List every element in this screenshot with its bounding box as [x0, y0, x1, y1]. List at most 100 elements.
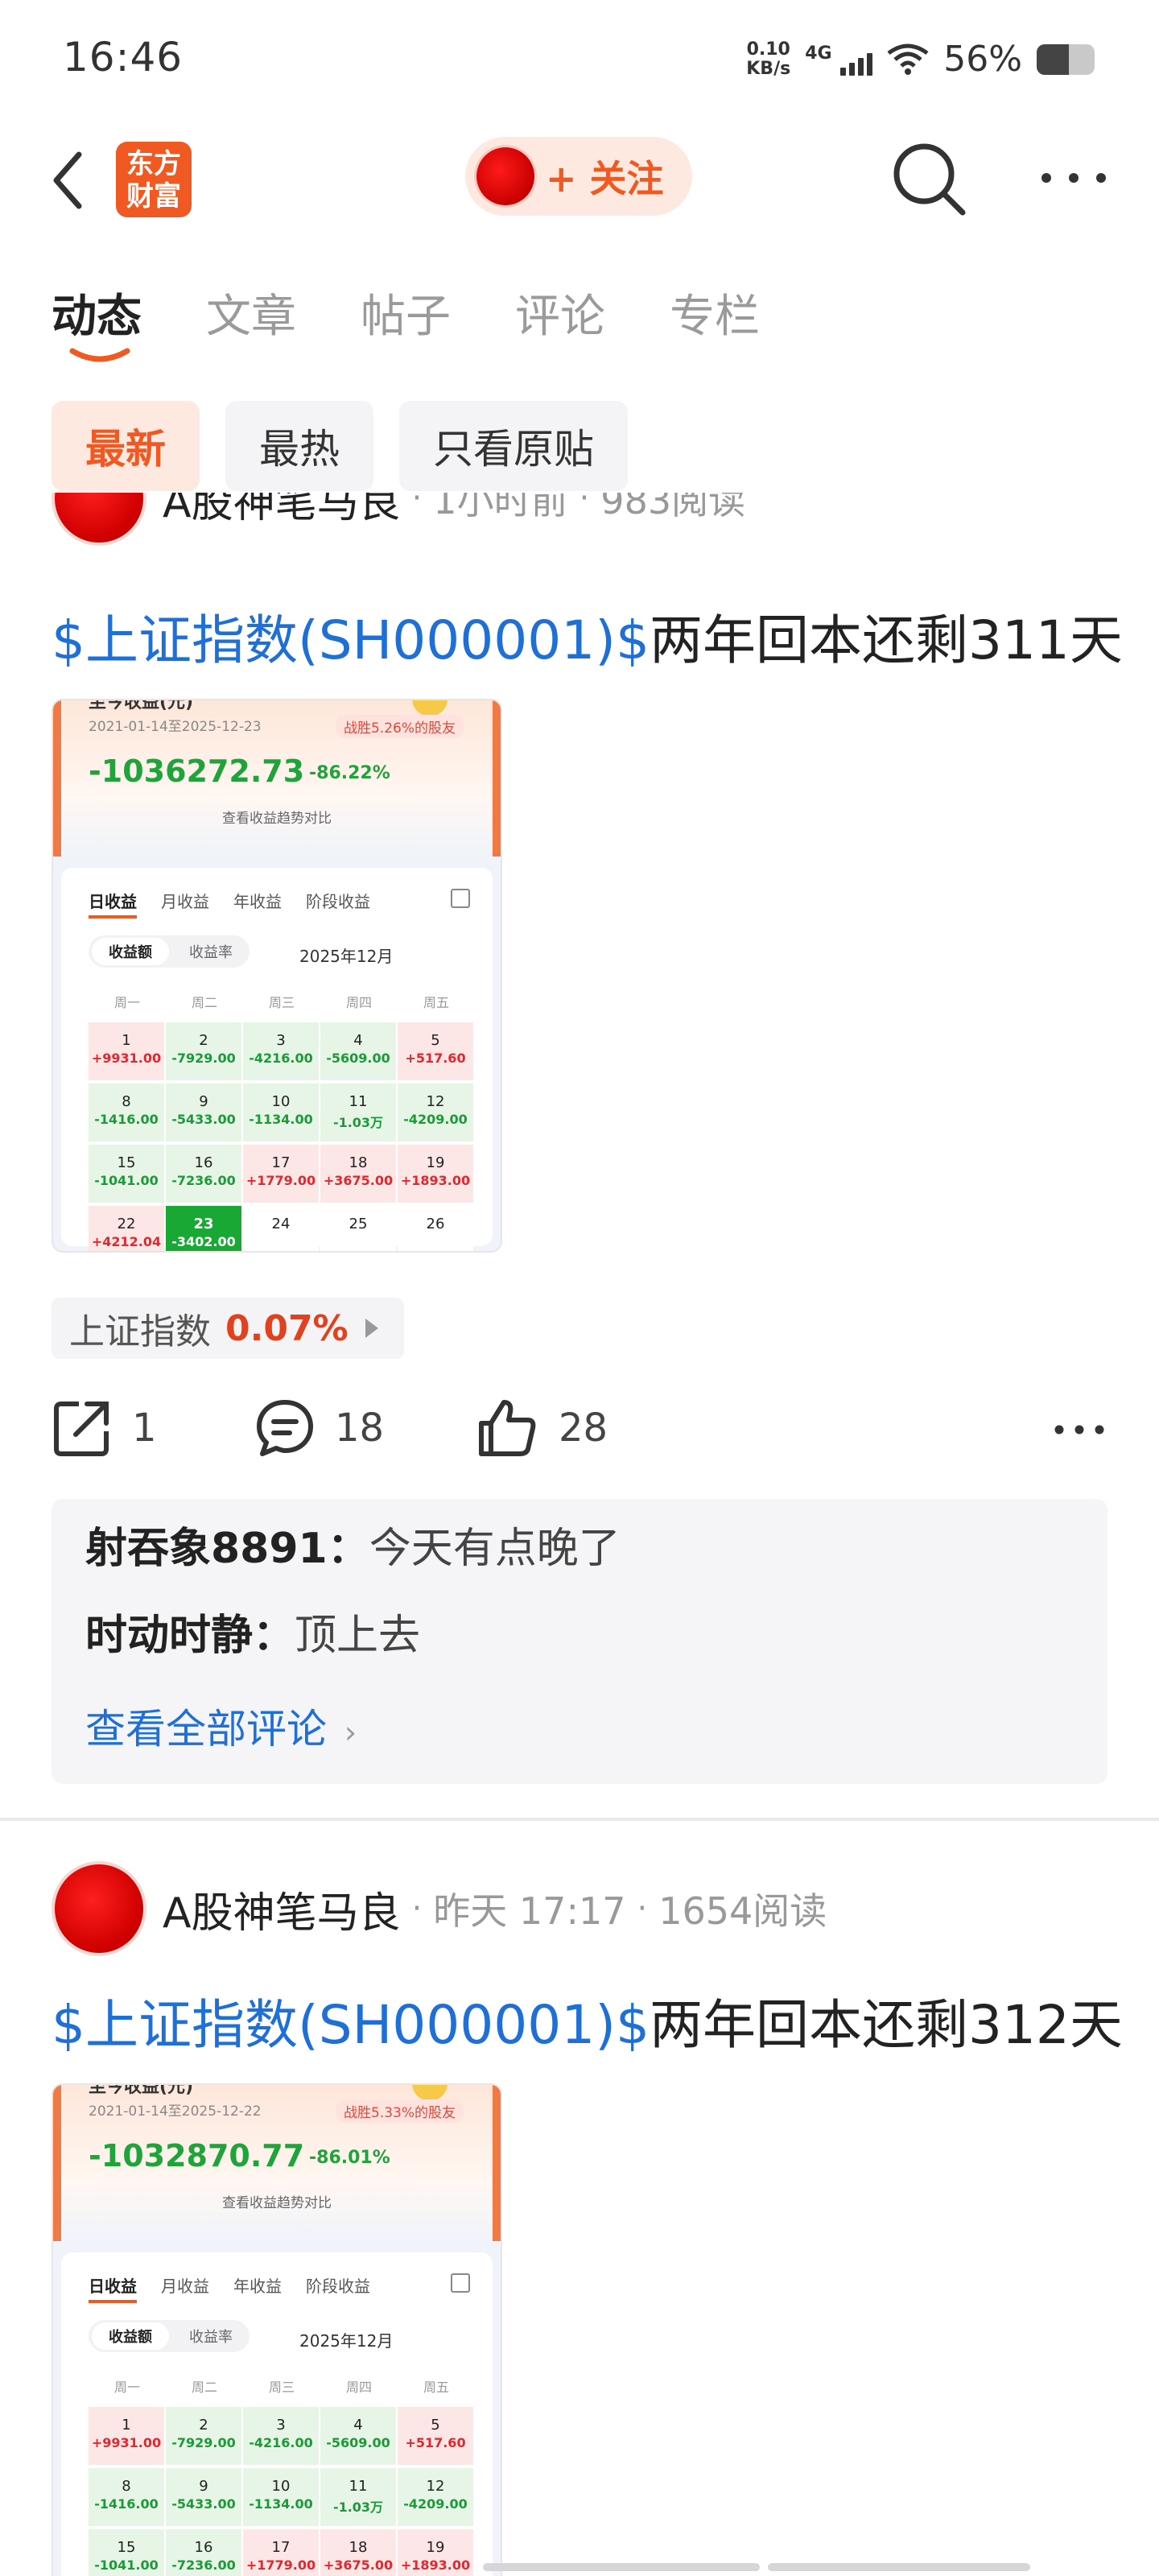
cal-tab-daily: 日收益: [89, 889, 137, 919]
calendar-day-number: 4: [353, 1032, 363, 1049]
battery-percent: 56%: [943, 39, 1022, 80]
post-image[interactable]: 至今收益(元) 2021-01-14至2025-12-22 战胜5.33%的股友…: [52, 2083, 502, 2576]
stock-link[interactable]: $上证指数(SH000001)$: [52, 609, 650, 671]
chip-newest[interactable]: 最新: [52, 401, 200, 491]
calendar-day: 26: [398, 1206, 473, 1251]
weekday: 周五: [423, 995, 449, 1010]
calendar-day: 11 -1.03万: [320, 1084, 396, 1141]
calendar-day-value: +9931.00: [91, 1051, 162, 1066]
comment-preview: 射吞象8891：今天有点晚了 时动时静：顶上去 查看全部评论 ›: [52, 1499, 1107, 1784]
calendar-day: 19 +1893.00: [398, 1145, 473, 1203]
profit-amount: -1032870.77: [89, 2138, 305, 2174]
share-count: 1: [132, 1406, 157, 1451]
back-icon[interactable]: [47, 148, 95, 213]
search-icon[interactable]: [889, 138, 969, 219]
post-reads: 1654阅读: [658, 1889, 827, 1933]
author-name[interactable]: A股神笔马良: [163, 1879, 401, 1939]
seg-amount: 收益额: [92, 938, 169, 965]
calendar-day-value: -7929.00: [171, 2435, 236, 2450]
tab-wenzhang[interactable]: 文章: [206, 280, 296, 345]
seg-amount: 收益额: [92, 2322, 169, 2350]
beat-badge: 战胜5.33%的股友: [335, 2099, 464, 2123]
calendar-day-number: 15: [117, 1154, 136, 1171]
weekday: 周二: [191, 995, 217, 1010]
more-icon[interactable]: [1033, 158, 1114, 198]
calendar-month: 2025年12月: [299, 2331, 394, 2351]
cal-tab-stage: 阶段收益: [306, 2277, 370, 2296]
like-button[interactable]: 28: [475, 1397, 608, 1459]
app-logo[interactable]: 东方 财富: [116, 142, 192, 217]
author-name[interactable]: A股神笔马良: [163, 493, 401, 529]
status-icons: 0.10 KB/s 4G 56%: [746, 39, 1095, 80]
author-avatar[interactable]: [52, 1861, 146, 1956]
calendar-day-value: +1893.00: [400, 2557, 471, 2573]
calendar-day-number: 10: [271, 2478, 291, 2495]
calendar-day-number: 2: [199, 2417, 208, 2434]
calendar-day: 18 +3675.00: [320, 1145, 396, 1203]
post-time: 1小时前: [433, 493, 568, 522]
calendar-day-value: -5609.00: [326, 2435, 390, 2450]
stock-link[interactable]: $上证指数(SH000001)$: [52, 1994, 650, 2056]
weekday-header: 周一 周二 周三 周四 周五: [89, 2376, 475, 2396]
scroll-indicator: [483, 2563, 760, 2571]
logo-line1: 东方: [126, 148, 181, 180]
more-icon[interactable]: [1051, 1414, 1107, 1446]
calendar-day-number: 5: [431, 2417, 440, 2434]
follow-label: + 关注: [546, 157, 664, 200]
calendar-day: 12 -4209.00: [398, 1084, 473, 1141]
comment-item[interactable]: 射吞象8891：今天有点晚了: [85, 1523, 1074, 1575]
calendar-day: 10 -1134.00: [243, 1084, 319, 1141]
top-nav: 东方 财富 + 关注: [0, 121, 1159, 233]
calendar-day-number: 1: [122, 1032, 131, 1049]
calendar-month: 2025年12月: [299, 947, 394, 966]
post-title[interactable]: $上证指数(SH000001)$两年回本还剩312天: [52, 1982, 1123, 2059]
index-change: 0.07%: [225, 1307, 349, 1349]
calendar-day-number: 19: [426, 1154, 445, 1171]
tab-tiezi[interactable]: 帖子: [361, 280, 451, 345]
calendar-day-value: +3675.00: [323, 1173, 394, 1188]
author-avatar[interactable]: [52, 493, 146, 546]
post-meta: A股神笔马良 · 昨天 17:17 · 1654阅读: [52, 1861, 827, 1956]
calendar-day-value: -1416.00: [94, 1112, 159, 1127]
tab-zhuanlan[interactable]: 专栏: [670, 280, 760, 345]
post-image[interactable]: 至今收益(元) 2021-01-14至2025-12-23 战胜5.26%的股友…: [52, 699, 502, 1253]
share-icon: [451, 889, 470, 908]
like-count: 28: [559, 1406, 608, 1451]
calendar-day-number: 2: [199, 1032, 208, 1049]
calendar-day-number: 10: [271, 1093, 291, 1110]
calendar-day-number: 18: [349, 1154, 368, 1171]
calendar-day: 16 -7236.00: [166, 2529, 241, 2576]
calendar-day: 17 +1779.00: [243, 2529, 319, 2576]
tab-pinglun[interactable]: 评论: [515, 280, 605, 345]
calendar-day-number: 17: [271, 1154, 291, 1171]
cal-tab-monthly: 月收益: [161, 892, 209, 911]
content-tabs: 动态 文章 帖子 评论 专栏: [52, 280, 824, 362]
follow-button[interactable]: + 关注: [465, 137, 692, 216]
calendar-day-value: -1.03万: [332, 1115, 384, 1130]
user-avatar: [476, 147, 534, 205]
stock-index-tag[interactable]: 上证指数 0.07%: [52, 1298, 404, 1359]
view-all-comments[interactable]: 查看全部评论 ›: [85, 1697, 1074, 1755]
profit-summary: 至今收益(元) 2021-01-14至2025-12-23 战胜5.26%的股友…: [53, 700, 501, 857]
chip-original-only[interactable]: 只看原贴: [399, 401, 628, 491]
weekday: 周四: [345, 995, 372, 1010]
calendar-day-number: 25: [349, 1216, 368, 1232]
comment-button[interactable]: 18: [254, 1397, 384, 1459]
calendar-day: 5 +517.60: [398, 1022, 473, 1080]
calendar-day: 10 -1134.00: [243, 2468, 319, 2526]
share-button[interactable]: 1: [52, 1397, 157, 1459]
calendar-day: 18 +3675.00: [320, 2529, 396, 2576]
calendar-day: 3 -4216.00: [243, 1022, 319, 1080]
comment-item[interactable]: 时动时静：顶上去: [85, 1610, 1074, 1662]
meta-separator: ·: [411, 493, 423, 517]
meta-separator: ·: [411, 1890, 423, 1927]
calendar-day-value: -1.03万: [332, 2500, 384, 2515]
post-title[interactable]: $上证指数(SH000001)$两年回本还剩311天: [52, 597, 1123, 675]
chip-hottest[interactable]: 最热: [225, 401, 373, 491]
tab-dongtai[interactable]: 动态: [52, 280, 142, 345]
cal-tab-daily: 日收益: [89, 2273, 137, 2303]
calendar-day: 1 +9931.00: [89, 2407, 164, 2465]
calendar-day-number: 18: [349, 2539, 368, 2556]
calendar-day-value: -4209.00: [403, 2496, 468, 2512]
calendar-day: 16 -7236.00: [166, 1145, 241, 1203]
